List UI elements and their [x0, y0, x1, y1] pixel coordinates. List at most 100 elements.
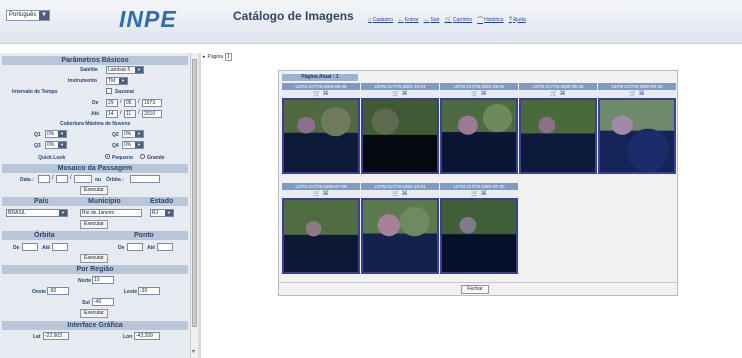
- ate-month-input[interactable]: 11: [124, 110, 136, 118]
- ponto-de-input[interactable]: [127, 243, 143, 251]
- sul-label: Sul: [82, 300, 90, 306]
- nav-ajuda[interactable]: ? Ajuda: [509, 15, 526, 24]
- mosaico-executar-button[interactable]: Executar: [80, 186, 108, 195]
- page-tab-1[interactable]: 1: [225, 53, 232, 61]
- scene-thumbnail[interactable]: [282, 198, 360, 274]
- leste-input[interactable]: -30: [138, 287, 160, 295]
- nav-entrar[interactable]: ← Entrar: [398, 15, 419, 24]
- close-button[interactable]: Fechar: [461, 285, 489, 294]
- q2-select[interactable]: 0% ▼: [122, 130, 144, 138]
- lat-input[interactable]: -22.903: [43, 332, 69, 340]
- chevron-down-icon: ▼: [58, 142, 66, 148]
- add-to-cart-icon[interactable]: 🛒: [471, 191, 478, 197]
- add-to-cart-icon[interactable]: 🛒: [392, 191, 399, 197]
- scene-actions: 🛒 ⌘: [440, 190, 518, 198]
- details-icon[interactable]: ⌘: [321, 191, 329, 197]
- lon-input[interactable]: -43.209: [134, 332, 160, 340]
- nav-historico-label: Histórico: [484, 16, 504, 23]
- scene-card[interactable]: L5TM 217/76-2001-10-04 🛒 ⌘: [361, 83, 439, 174]
- orbita-de-input[interactable]: [22, 243, 38, 251]
- date-separator: /: [52, 175, 54, 181]
- ate-day-input[interactable]: 14: [106, 110, 118, 118]
- add-to-cart-icon[interactable]: 🛒: [471, 91, 478, 97]
- chevron-down-icon: ▼: [58, 131, 66, 137]
- mosaico-orbita-input[interactable]: [130, 175, 160, 183]
- nav-historico[interactable]: ⌒ Histórico: [477, 15, 504, 25]
- q4-select[interactable]: 0% ▼: [122, 141, 144, 149]
- lat-label: Lat: [33, 334, 41, 340]
- grande-radio[interactable]: [140, 154, 145, 159]
- details-icon[interactable]: ⌘: [637, 91, 645, 97]
- orbita-de-label: De: [13, 245, 20, 251]
- satelite-select[interactable]: Landsat-5 ▼: [106, 66, 144, 74]
- oeste-input[interactable]: -90: [47, 287, 69, 295]
- nav-cadastro[interactable]: ⌂ Cadastro: [368, 15, 393, 24]
- q1-select[interactable]: 0% ▼: [45, 130, 67, 138]
- scene-card[interactable]: L5TM 217/76-1998-07-09 🛒 ⌘: [282, 183, 360, 274]
- details-icon[interactable]: ⌘: [400, 91, 408, 97]
- scene-thumbnail[interactable]: [598, 98, 676, 174]
- page-tab-bar: ▸ Página 1: [203, 53, 232, 61]
- local-executar-button[interactable]: Executar: [80, 220, 108, 229]
- add-to-cart-icon[interactable]: 🛒: [392, 91, 399, 97]
- search-panel: Parâmetros Básicos Satélite Landsat-5 ▼ I…: [0, 53, 190, 358]
- left-scrollbar[interactable]: ▾: [190, 53, 198, 358]
- divider: [279, 282, 677, 283]
- chevron-down-icon[interactable]: ▾: [192, 348, 195, 355]
- scene-card[interactable]: L5TM 217/76-2001-08-01 🛒 ⌘: [440, 83, 518, 174]
- date-separator: /: [70, 175, 72, 181]
- scene-thumbnail[interactable]: [361, 198, 439, 274]
- scene-thumbnail[interactable]: [440, 198, 518, 274]
- details-icon[interactable]: ⌘: [400, 191, 408, 197]
- q3-select[interactable]: 0% ▼: [45, 141, 67, 149]
- scene-thumbnail[interactable]: [361, 98, 439, 174]
- scene-caption: L5TM 217/76-2001-08-01: [440, 83, 518, 90]
- details-icon[interactable]: ⌘: [321, 91, 329, 97]
- scene-card[interactable]: L5TM 217/76-1994-10-01 🛒 ⌘: [361, 183, 439, 274]
- de-day-input[interactable]: 29: [106, 99, 118, 107]
- details-icon[interactable]: ⌘: [479, 91, 487, 97]
- mosaico-month-input[interactable]: [56, 175, 68, 183]
- ponto-de-label: De: [118, 245, 125, 251]
- q4-label: Q4: [112, 143, 119, 149]
- add-to-cart-icon[interactable]: 🛒: [313, 191, 320, 197]
- orbita-ate-input[interactable]: [52, 243, 68, 251]
- add-to-cart-icon[interactable]: 🛒: [550, 91, 557, 97]
- regiao-executar-button[interactable]: Executar: [80, 309, 108, 318]
- scene-thumbnail[interactable]: [440, 98, 518, 174]
- instrumento-select[interactable]: TM ▼: [106, 77, 128, 85]
- sazonal-checkbox[interactable]: [106, 88, 112, 94]
- sul-input[interactable]: -40: [92, 298, 114, 306]
- mosaico-day-input[interactable]: [38, 175, 50, 183]
- de-month-input[interactable]: 05: [124, 99, 136, 107]
- arrow-icon: ←: [397, 16, 404, 23]
- municipio-input[interactable]: Rio de Janeiro: [80, 209, 142, 217]
- inpe-logo: INPE: [119, 6, 177, 32]
- add-to-cart-icon[interactable]: 🛒: [313, 91, 320, 97]
- details-icon[interactable]: ⌘: [479, 191, 487, 197]
- panel-splitter[interactable]: [198, 53, 201, 358]
- scene-card[interactable]: L5TM 217/76-2003-09-26 🛒 ⌘: [282, 83, 360, 174]
- scene-thumbnail[interactable]: [282, 98, 360, 174]
- scene-card[interactable]: L5TM 217/76-2000-05-26 🛒 ⌘: [519, 83, 597, 174]
- scene-thumbnail[interactable]: [519, 98, 597, 174]
- add-to-cart-icon[interactable]: 🛒: [629, 91, 636, 97]
- pais-select[interactable]: BRASIL ▼: [6, 209, 68, 217]
- nav-carrinho[interactable]: 🛒 Carrinho: [444, 15, 472, 24]
- estado-select[interactable]: RJ ▼: [150, 209, 174, 217]
- norte-input[interactable]: 10: [92, 276, 114, 284]
- details-icon[interactable]: ⌘: [558, 91, 566, 97]
- language-select[interactable]: Português ▼: [6, 10, 50, 21]
- pequeno-radio[interactable]: [105, 154, 110, 159]
- nav-carrinho-label: Carrinho: [452, 16, 473, 23]
- de-year-input[interactable]: 1973: [142, 99, 162, 107]
- scrollbar-thumb[interactable]: [192, 59, 197, 327]
- nav-sair[interactable]: ← Sair: [424, 15, 440, 24]
- mosaico-year-input[interactable]: [74, 175, 92, 183]
- language-value: Português: [9, 12, 37, 18]
- ponto-ate-input[interactable]: [157, 243, 173, 251]
- ate-year-input[interactable]: 2010: [142, 110, 162, 118]
- scene-card[interactable]: L5TM 217/76-1990-09-22 🛒 ⌘: [598, 83, 676, 174]
- scene-card[interactable]: L5TM 217/76-1984-07-20 🛒 ⌘: [440, 183, 518, 274]
- orbita-executar-button[interactable]: Executar: [80, 254, 108, 263]
